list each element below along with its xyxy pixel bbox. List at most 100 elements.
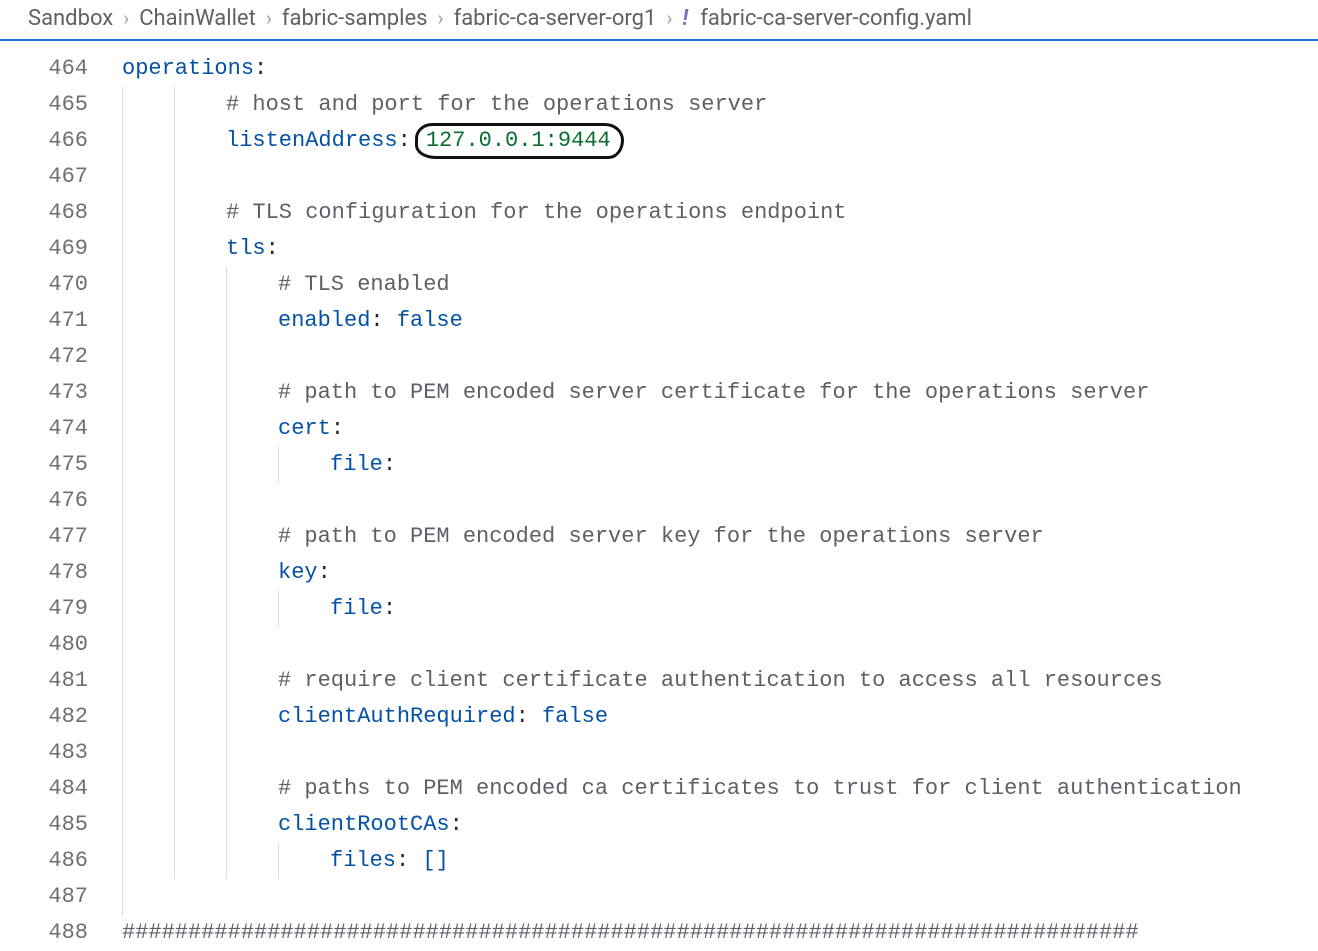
code-content[interactable] <box>108 159 1318 195</box>
code-content[interactable]: clientRootCAs: <box>108 807 1318 843</box>
code-content[interactable]: # paths to PEM encoded ca certificates t… <box>108 771 1318 807</box>
code-content[interactable] <box>108 483 1318 519</box>
code-content[interactable] <box>108 735 1318 771</box>
code-line[interactable]: 483 <box>0 735 1318 771</box>
code-content[interactable]: file: <box>108 447 1318 483</box>
code-line[interactable]: 468# TLS configuration for the operation… <box>0 195 1318 231</box>
breadcrumb-segment[interactable]: fabric-samples <box>282 6 428 31</box>
code-content[interactable]: cert: <box>108 411 1318 447</box>
code-text <box>108 164 122 189</box>
code-line[interactable]: 478key: <box>0 555 1318 591</box>
token: : <box>398 128 411 153</box>
code-line[interactable]: 475file: <box>0 447 1318 483</box>
code-line[interactable]: 477# path to PEM encoded server key for … <box>0 519 1318 555</box>
code-text: operations: <box>108 56 267 81</box>
code-line[interactable]: 467 <box>0 159 1318 195</box>
code-line[interactable]: 484# paths to PEM encoded ca certificate… <box>0 771 1318 807</box>
line-number: 485 <box>0 807 108 843</box>
code-content[interactable]: # path to PEM encoded server certificate… <box>108 375 1318 411</box>
code-content[interactable]: file: <box>108 591 1318 627</box>
code-content[interactable]: # TLS configuration for the operations e… <box>108 195 1318 231</box>
breadcrumb-file[interactable]: fabric-ca-server-config.yaml <box>700 6 972 31</box>
code-content[interactable]: # path to PEM encoded server key for the… <box>108 519 1318 555</box>
code-text: # require client certificate authenticat… <box>108 668 1163 693</box>
highlighted-value: 127.0.0.1:9444 <box>415 123 624 159</box>
code-line[interactable]: 488#####################################… <box>0 915 1318 951</box>
code-text: tls: <box>108 236 279 261</box>
line-number: 473 <box>0 375 108 411</box>
line-number: 472 <box>0 339 108 375</box>
line-number: 475 <box>0 447 108 483</box>
token: : <box>254 56 267 81</box>
code-line[interactable]: 482clientAuthRequired: false <box>0 699 1318 735</box>
comment-text: # require client certificate authenticat… <box>278 668 1163 693</box>
code-text <box>108 884 122 909</box>
yaml-value: false <box>397 308 463 333</box>
code-line[interactable]: 479file: <box>0 591 1318 627</box>
code-text <box>108 344 122 369</box>
code-text: # path to PEM encoded server key for the… <box>108 524 1044 549</box>
line-number: 471 <box>0 303 108 339</box>
code-line[interactable]: 473# path to PEM encoded server certific… <box>0 375 1318 411</box>
comment-text: # host and port for the operations serve… <box>226 92 767 117</box>
yaml-key: tls <box>226 236 266 261</box>
code-text: cert: <box>108 416 344 441</box>
code-text <box>108 632 122 657</box>
code-content[interactable] <box>108 339 1318 375</box>
code-line[interactable]: 476 <box>0 483 1318 519</box>
indent-guides <box>122 735 278 771</box>
line-number: 476 <box>0 483 108 519</box>
indent-guides <box>122 339 278 375</box>
breadcrumb-segment[interactable]: ChainWallet <box>139 6 256 31</box>
code-line[interactable]: 470# TLS enabled <box>0 267 1318 303</box>
code-content[interactable]: # TLS enabled <box>108 267 1318 303</box>
code-line[interactable]: 472 <box>0 339 1318 375</box>
yaml-key: clientRootCAs <box>278 812 450 837</box>
code-content[interactable]: tls: <box>108 231 1318 267</box>
code-editor[interactable]: 464operations:465# host and port for the… <box>0 41 1318 951</box>
code-line[interactable]: 471enabled: false <box>0 303 1318 339</box>
code-text: files: [] <box>108 848 449 873</box>
breadcrumb-segment[interactable]: fabric-ca-server-org1 <box>454 6 657 31</box>
code-content[interactable]: # require client certificate authenticat… <box>108 663 1318 699</box>
code-line[interactable]: 466listenAddress:127.0.0.1:9444 <box>0 123 1318 159</box>
yaml-key: cert <box>278 416 331 441</box>
editor-root: Sandbox›ChainWallet›fabric-samples›fabri… <box>0 0 1318 951</box>
code-line[interactable]: 485clientRootCAs: <box>0 807 1318 843</box>
indent-guides <box>122 159 226 195</box>
code-content[interactable]: # host and port for the operations serve… <box>108 87 1318 123</box>
line-number: 483 <box>0 735 108 771</box>
chevron-right-icon: › <box>266 6 272 30</box>
line-number: 464 <box>0 51 108 87</box>
code-line[interactable]: 469tls: <box>0 231 1318 267</box>
line-number: 466 <box>0 123 108 159</box>
code-content[interactable]: key: <box>108 555 1318 591</box>
code-line[interactable]: 487 <box>0 879 1318 915</box>
code-line[interactable]: 486files: [] <box>0 843 1318 879</box>
code-line[interactable]: 474cert: <box>0 411 1318 447</box>
code-text: clientAuthRequired: false <box>108 704 608 729</box>
code-content[interactable]: operations: <box>108 51 1318 87</box>
yaml-key: operations <box>122 56 254 81</box>
token: : <box>450 812 463 837</box>
breadcrumb: Sandbox›ChainWallet›fabric-samples›fabri… <box>0 0 1318 41</box>
code-line[interactable]: 481# require client certificate authenti… <box>0 663 1318 699</box>
line-number: 482 <box>0 699 108 735</box>
line-number: 465 <box>0 87 108 123</box>
code-text: key: <box>108 560 331 585</box>
line-number: 487 <box>0 879 108 915</box>
code-content[interactable] <box>108 879 1318 915</box>
code-content[interactable]: files: [] <box>108 843 1318 879</box>
comment-text: # path to PEM encoded server key for the… <box>278 524 1044 549</box>
breadcrumb-segment[interactable]: Sandbox <box>28 6 113 31</box>
code-content[interactable]: ########################################… <box>108 915 1318 951</box>
chevron-right-icon: › <box>666 6 672 30</box>
code-content[interactable]: listenAddress:127.0.0.1:9444 <box>108 123 1318 159</box>
code-content[interactable]: enabled: false <box>108 303 1318 339</box>
code-line[interactable]: 465 # host and port for the operations se… <box>0 87 1318 123</box>
code-content[interactable] <box>108 627 1318 663</box>
code-line[interactable]: 480 <box>0 627 1318 663</box>
yaml-value: false <box>542 704 608 729</box>
code-line[interactable]: 464operations: <box>0 51 1318 87</box>
code-content[interactable]: clientAuthRequired: false <box>108 699 1318 735</box>
